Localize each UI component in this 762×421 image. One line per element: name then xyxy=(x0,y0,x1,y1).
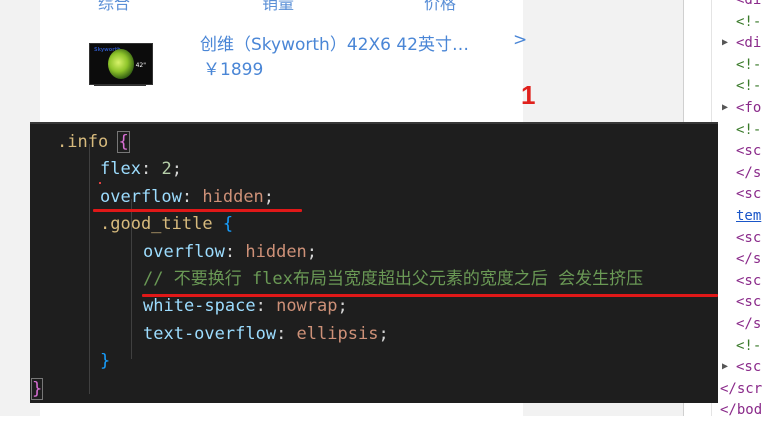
code-token-punc xyxy=(213,214,223,234)
code-token-prop: text-overflow xyxy=(143,323,277,344)
code-token-brace-blue: } xyxy=(100,351,111,372)
code-token-punc: : xyxy=(276,323,297,344)
dom-node-text: <!- xyxy=(736,121,762,138)
code-line: overflow: hidden; xyxy=(100,184,274,211)
code-token-brace-hl: { xyxy=(117,131,130,153)
dom-node-text: <sc xyxy=(736,143,762,160)
code-line: .info { xyxy=(57,129,130,156)
expand-triangle-icon[interactable]: ▶ xyxy=(722,97,728,119)
code-token-punc: ; xyxy=(306,241,318,262)
dom-node-text: <sc xyxy=(736,294,762,311)
code-token-punc: : xyxy=(255,296,277,317)
dom-node-text: <!- xyxy=(736,78,762,95)
tv-stand xyxy=(94,84,146,86)
product-title-link[interactable]: 创维（Skyworth）42X6 42英寸… xyxy=(200,30,469,55)
code-token-punc xyxy=(108,132,118,152)
chevron-right-icon[interactable]: > xyxy=(513,30,527,50)
code-token-brace-blue: { xyxy=(222,214,234,235)
code-token-prop: flex xyxy=(100,159,141,180)
code-line: } xyxy=(30,376,44,403)
code-token-prop: white-space xyxy=(143,296,256,317)
tab-comprehensive[interactable]: 综合 xyxy=(98,0,130,14)
dom-node-text: <!- xyxy=(736,337,762,354)
dom-node-text: </s xyxy=(736,164,762,181)
code-editor[interactable]: .info {flex: 2; overflow: hidden; .good_ti… xyxy=(30,122,718,403)
code-token-val: ellipsis xyxy=(296,323,379,344)
tab-sales[interactable]: 销量 xyxy=(262,0,294,14)
code-line: white-space: nowrap; xyxy=(143,293,348,320)
dom-node-text: </bod xyxy=(720,402,762,419)
code-line: overflow: hidden; xyxy=(143,239,317,266)
product-price: ￥1899 xyxy=(203,60,264,80)
code-token-punc: : xyxy=(224,241,246,262)
red-underline-comment xyxy=(142,294,718,297)
code-token-punc: ; xyxy=(171,159,182,180)
dom-node-text: <sc xyxy=(736,229,762,246)
code-token-sel: .info xyxy=(57,132,109,152)
red-underline-overflow xyxy=(93,209,302,212)
tv-screen-art xyxy=(108,49,134,79)
tv-picture: Skyworth 42" xyxy=(89,43,153,85)
dom-node-text: <sc xyxy=(736,272,762,289)
tab-price[interactable]: 价格 xyxy=(424,0,456,14)
code-token-prop: overflow xyxy=(143,241,225,262)
dom-node-text: <!- xyxy=(736,56,762,73)
code-token-punc: : xyxy=(181,186,203,207)
dom-node-text: <sc xyxy=(736,186,762,203)
dom-node-text: </scr xyxy=(720,380,762,397)
code-token-brace-hl: } xyxy=(30,377,44,400)
dom-node-text: <sc xyxy=(736,359,762,376)
code-token-punc: ; xyxy=(263,186,275,207)
code-line: } xyxy=(100,348,110,375)
dom-node-row[interactable]: <di xyxy=(684,0,762,11)
code-token-val: nowrap xyxy=(276,296,338,317)
dom-node-row[interactable]: ▶ <fo xyxy=(684,97,762,119)
code-token-punc: : xyxy=(140,159,162,180)
code-line: text-overflow: ellipsis; xyxy=(143,321,389,348)
code-line: .good_title { xyxy=(100,211,233,238)
dom-node-row[interactable]: <!- xyxy=(684,75,762,97)
dom-node-text: tem xyxy=(736,208,762,224)
code-token-val: hidden xyxy=(202,186,264,207)
dom-node-text: </s xyxy=(736,251,762,268)
code-token-comment: // 不要换行 flex布局当宽度超出父元素的宽度之后 会发生挤压 xyxy=(143,269,644,289)
indent-guide xyxy=(89,144,90,394)
annotation-number: 1 xyxy=(521,80,536,110)
dom-node-text: <!- xyxy=(736,13,762,30)
code-line: // 不要换行 flex布局当宽度超出父元素的宽度之后 会发生挤压 xyxy=(143,266,643,293)
product-image[interactable]: Skyworth 42" xyxy=(80,27,159,105)
dom-node-row[interactable]: ▶ <di xyxy=(684,32,762,54)
code-token-punc: ; xyxy=(378,323,389,344)
code-token-sel: .good_title xyxy=(100,214,213,235)
code-line: flex: 2; xyxy=(100,156,182,183)
code-token-prop: overflow xyxy=(100,186,182,207)
expand-triangle-icon[interactable]: ▶ xyxy=(722,32,728,54)
code-token-val: hidden xyxy=(245,241,307,262)
dom-node-text: </s xyxy=(736,316,762,332)
dom-node-text: <di xyxy=(736,35,762,52)
code-token-punc: ; xyxy=(337,296,348,317)
expand-triangle-icon[interactable]: ▶ xyxy=(722,356,728,378)
dom-node-text: <fo xyxy=(736,100,762,116)
dom-node-row[interactable]: <!- xyxy=(684,11,762,33)
dom-node-text: <di xyxy=(736,0,762,8)
dom-node-row[interactable]: <!- xyxy=(684,54,762,76)
code-token-num: 2 xyxy=(161,159,172,180)
tv-size-label: 42" xyxy=(135,62,146,69)
